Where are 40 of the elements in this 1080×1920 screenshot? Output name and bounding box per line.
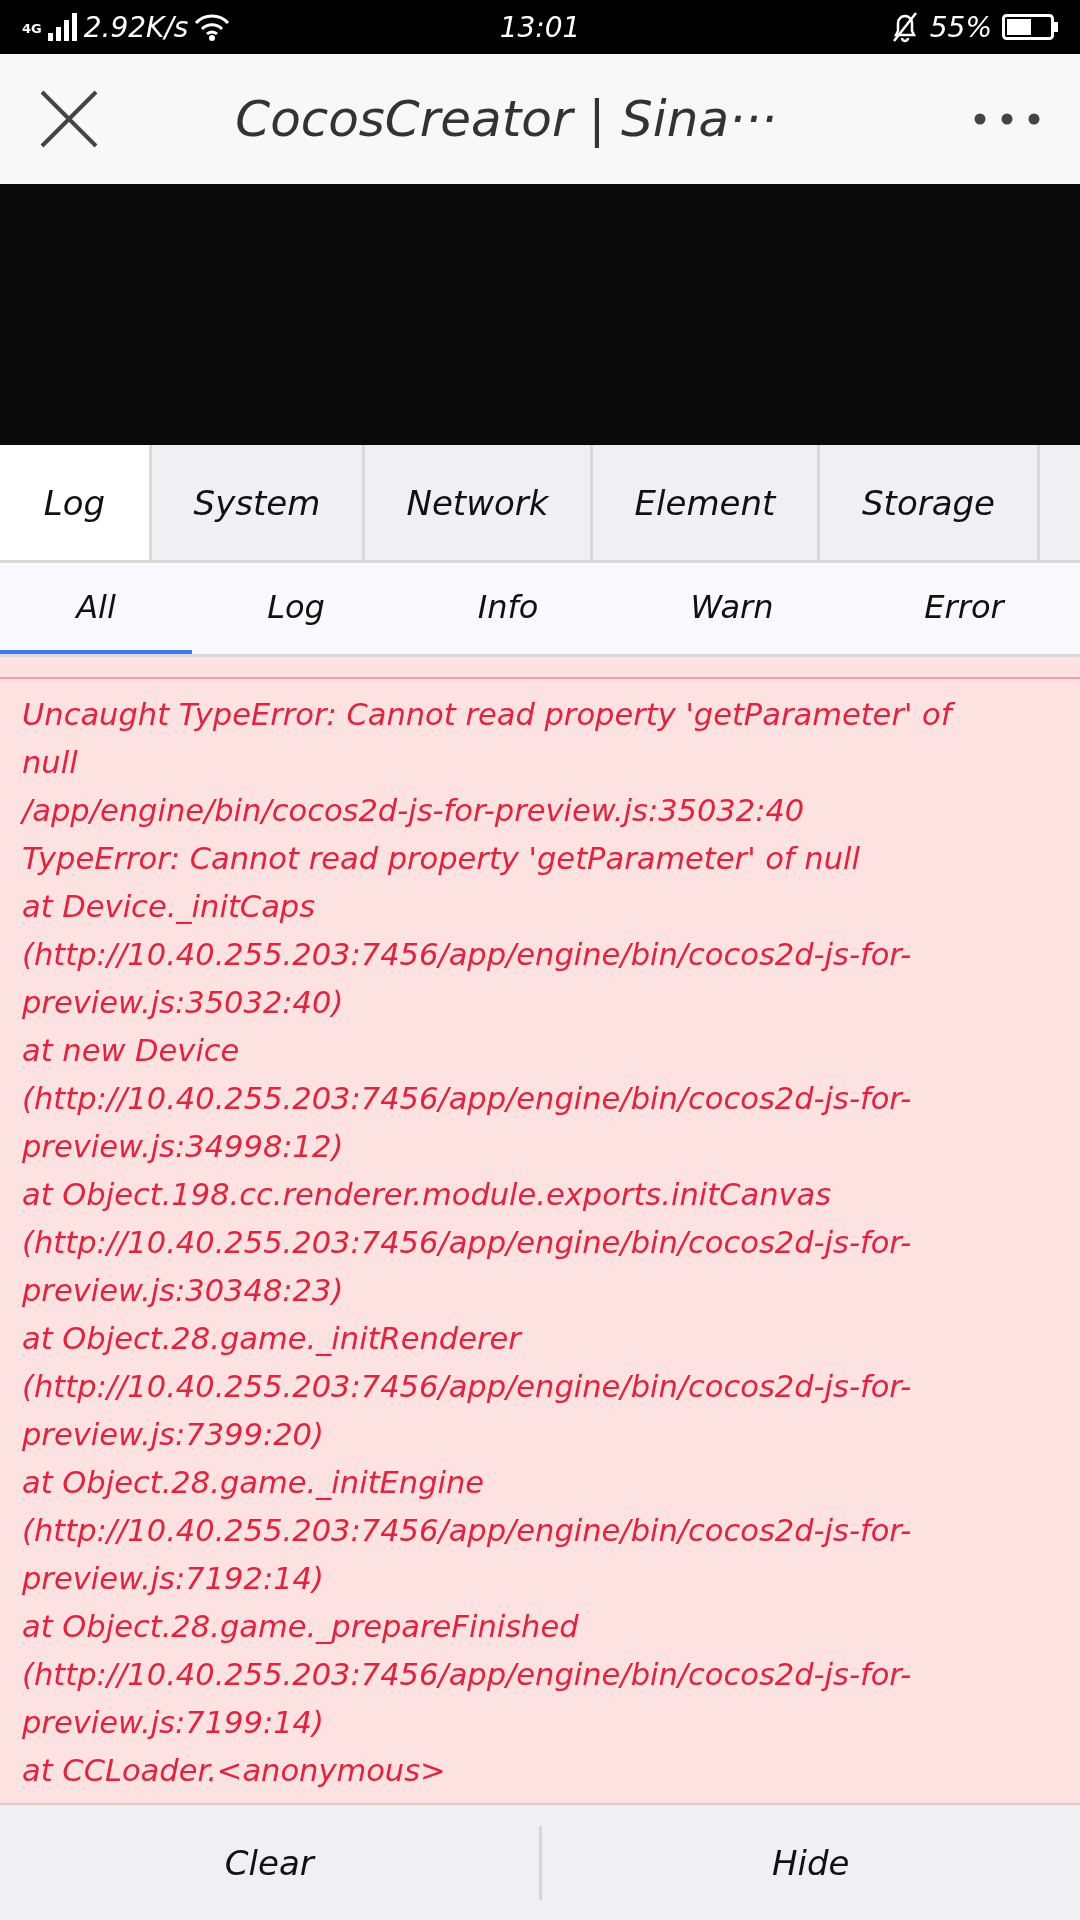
log-line: (http://10.40.255.203:7456/app/engine/bin/cocos2d-js-for- — [22, 1224, 913, 1262]
clock: 13:01 — [499, 10, 581, 44]
log-line: preview.js:7192:14) — [22, 1560, 325, 1598]
close-icon[interactable] — [40, 90, 98, 148]
signal-icon — [47, 13, 78, 41]
log-line: (http://10.40.255.203:7456/app/engine/bin/cocos2d-js-for- — [22, 936, 913, 974]
log-line: /app/engine/bin/cocos2d-js-for-preview.js:35032:40 — [22, 792, 806, 830]
log-line: preview.js:7199:14) — [22, 1704, 325, 1742]
network-speed: 2.92K/s — [83, 10, 189, 44]
battery-percent: 55% — [929, 10, 992, 44]
log-line: Uncaught TypeError: Cannot read property 'getParameter' of — [22, 691, 1058, 739]
filter-tab[interactable]: Log — [192, 563, 400, 654]
log-line: preview.js:30348:23) — [22, 1272, 345, 1310]
log-line: at Object.28.game._prepareFinished — [22, 1608, 580, 1646]
filter-tab[interactable]: Info — [400, 563, 616, 654]
log-line: preview.js:7399:20) — [22, 1416, 325, 1454]
log-line: TypeError: Cannot read property 'getParameter' of null — [22, 840, 861, 878]
network-type: 4G — [22, 20, 42, 36]
wifi-icon — [194, 13, 231, 41]
log-line: at Device._initCaps — [22, 888, 317, 926]
log-line: preview.js:35032:40) — [22, 984, 345, 1022]
log-line: at new Device — [22, 1032, 241, 1070]
log-line: null — [22, 744, 79, 782]
log-line: (http://10.40.255.203:7456/app/engine/bin/cocos2d-js-for- — [22, 1368, 913, 1406]
clear-button[interactable]: Clear — [0, 1805, 539, 1920]
hide-button[interactable]: Hide — [541, 1805, 1080, 1920]
filter-tab[interactable]: Error — [848, 563, 1080, 654]
battery-icon — [1002, 14, 1058, 40]
log-line: at Object.198.cc.renderer.module.exports.initCanvas — [22, 1176, 833, 1214]
log-line: (http://10.40.255.203:7456/app/engine/bin/cocos2d-js-for- — [22, 1656, 913, 1694]
log-line: preview.js:34998:12) — [22, 1128, 345, 1166]
log-line: at CCLoader.<anonymous> — [22, 1752, 447, 1790]
log-line: (http://10.40.255.203:7456/app/engine/bin/cocos2d-js-for- — [22, 1512, 913, 1550]
log-line: at Object.28.game._initEngine — [22, 1464, 486, 1502]
panel-tab[interactable]: Log — [0, 445, 152, 560]
log-line: (http://10.40.255.203:7456/app/engine/bin/cocos2d-js-for- — [22, 1080, 913, 1118]
log-line: at Object.28.game._initRenderer — [22, 1320, 524, 1358]
filter-tab[interactable]: Warn — [616, 563, 848, 654]
more-icon[interactable] — [974, 112, 1040, 126]
page-title: CocosCreator | Sina··· — [234, 90, 778, 148]
